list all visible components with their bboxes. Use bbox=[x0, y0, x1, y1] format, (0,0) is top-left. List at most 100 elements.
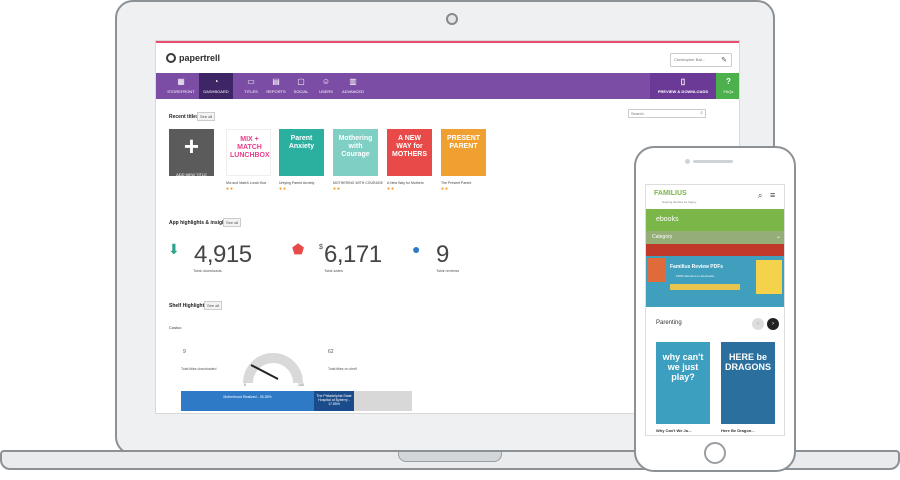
book-cover[interactable]: MIX + MATCH LUNCHBOX bbox=[226, 129, 271, 176]
status-dots: ●● bbox=[441, 186, 450, 192]
chat-bubbles-icon: ● bbox=[412, 241, 421, 257]
insights-see-all-button[interactable]: See all bbox=[223, 218, 242, 227]
book-cover-title: MIX + MATCH LUNCHBOX bbox=[230, 136, 270, 159]
phone-book-caption: Why Can't We Ju... bbox=[656, 428, 692, 433]
phone-frame: FAMILIUS Helping families be happy ⌕ ≡ e… bbox=[634, 146, 796, 472]
main-nav: ▦ STOREFRONT ◔ DASHBOARD ▭ TITLES ▤ REPORTS … bbox=[156, 73, 739, 99]
phone-book-cover[interactable]: HERE be DRAGONS bbox=[721, 342, 775, 424]
app-header: papertrell Christopher Bat... ✎ bbox=[156, 41, 739, 73]
book-cover[interactable]: Parent Anxiety bbox=[279, 129, 324, 176]
bar-label: The Philadelphia State Hospital at Byber… bbox=[316, 394, 352, 406]
promo-banner[interactable]: Familius Review PDFs 100% discount on al… bbox=[646, 244, 784, 307]
carousel-prev-button[interactable]: ‹ bbox=[752, 318, 764, 330]
search-icon[interactable]: ⌕ bbox=[758, 191, 762, 201]
phone-home-button[interactable] bbox=[704, 442, 726, 464]
laptop-notch bbox=[398, 452, 502, 462]
plus-icon: + bbox=[183, 131, 200, 161]
user-name: Christopher Bat... bbox=[674, 57, 706, 62]
book-cover-title: PRESENT PARENT bbox=[446, 135, 481, 150]
nav-label: SOCIAL bbox=[293, 89, 309, 94]
nav-label: STOREFRONT bbox=[167, 89, 195, 94]
bar-label: Motherhood Realized - 33.28% bbox=[223, 395, 272, 399]
titles-search-input[interactable]: Search ⌕ bbox=[628, 109, 706, 118]
question-icon: ? bbox=[726, 77, 731, 86]
search-icon: ⌕ bbox=[700, 110, 703, 116]
status-dots: ●● bbox=[333, 186, 342, 192]
phone-book-title: why can't we just play? bbox=[662, 352, 704, 382]
book-cover[interactable]: Mothering with Courage bbox=[333, 129, 378, 176]
price-tag-icon: ⬟ bbox=[292, 241, 305, 257]
status-dots: ●● bbox=[279, 186, 288, 192]
status-dots: ●● bbox=[226, 186, 235, 192]
total-reviews-label: Total reviews bbox=[436, 268, 460, 273]
titles-on-shelf-value: 62 bbox=[328, 349, 334, 355]
titles-on-shelf-label: Total titles on shelf bbox=[328, 367, 357, 371]
phone-screen: FAMILIUS Helping families be happy ⌕ ≡ e… bbox=[645, 184, 785, 436]
laptop-camera bbox=[446, 13, 458, 25]
bar-segment-remaining bbox=[354, 391, 412, 411]
search-placeholder: Search bbox=[631, 111, 644, 116]
shelf-heading: Shelf Highlights bbox=[169, 303, 208, 309]
bar-segment-philadelphia[interactable]: The Philadelphia State Hospital at Byber… bbox=[314, 391, 354, 411]
banner-bar bbox=[670, 284, 740, 290]
phone-book-title: HERE be DRAGONS bbox=[725, 352, 772, 372]
familius-logo[interactable]: FAMILIUS bbox=[654, 190, 687, 197]
nav-label: ADVANCED bbox=[342, 89, 364, 94]
gauge-max-label: 100 bbox=[298, 383, 304, 387]
category-dropdown[interactable]: Category ⌄ bbox=[646, 231, 784, 244]
book-caption: Mix and Match Lunch Box bbox=[226, 181, 267, 185]
nav-dashboard[interactable]: ◔ DASHBOARD bbox=[199, 73, 233, 99]
titles-downloaded-label: Total titles downloaded bbox=[181, 367, 217, 371]
dashboard-icon: ◔ bbox=[213, 77, 219, 86]
gauge-min-label: 0 bbox=[244, 383, 246, 387]
help-button[interactable]: ? FAQs bbox=[716, 73, 739, 99]
phone-speaker bbox=[693, 160, 733, 163]
papertrell-logo-icon bbox=[166, 53, 176, 63]
titles-downloaded-value: 9 bbox=[183, 349, 186, 355]
book-caption: The Present Parent bbox=[441, 181, 472, 185]
book-caption: Untying Parent Anxiety bbox=[279, 181, 315, 185]
familius-tagline: Helping families be happy bbox=[662, 200, 697, 204]
recent-see-all-button[interactable]: See all bbox=[197, 112, 216, 121]
recent-titles-heading: Recent titles bbox=[169, 114, 199, 120]
total-reviews-value: 9 bbox=[436, 241, 449, 268]
book-caption: A New Way for Mothers bbox=[387, 181, 424, 185]
phone-book-cover[interactable]: why can't we just play? bbox=[656, 342, 710, 424]
banner-stripe bbox=[646, 244, 784, 256]
phone-camera bbox=[685, 159, 690, 164]
phone-book-caption: Here Be Dragon... bbox=[721, 428, 755, 433]
ebooks-bar: ebooks bbox=[646, 209, 784, 231]
book-cover-title: Mothering with Courage bbox=[338, 135, 373, 158]
add-title-label: ADD NEW TITLE bbox=[176, 172, 207, 177]
phone-icon: ▯ bbox=[680, 77, 686, 86]
chevron-down-icon: ⌄ bbox=[775, 234, 781, 240]
download-icon: ⬇ bbox=[168, 241, 180, 257]
preview-downloads-button[interactable]: ▯ PREVIEW & DOWNLOADS bbox=[650, 73, 716, 99]
shelf-see-all-button[interactable]: See all bbox=[204, 301, 223, 310]
app-logo[interactable]: papertrell bbox=[166, 53, 220, 63]
device-mockup: papertrell Christopher Bat... ✎ ▦ STOREFRO… bbox=[0, 0, 900, 480]
add-new-title-button[interactable]: + ADD NEW TITLE bbox=[169, 129, 214, 177]
banner-subtitle: 100% discount on all ebooks bbox=[676, 274, 715, 278]
nav-advanced[interactable]: ▥ ADVANCED bbox=[336, 73, 370, 99]
user-menu[interactable]: Christopher Bat... ✎ bbox=[670, 53, 732, 67]
paperclip-icon[interactable]: ✎ bbox=[721, 56, 727, 64]
currency-symbol: $ bbox=[319, 244, 323, 251]
banner-book-image bbox=[648, 258, 666, 282]
store-icon: ▦ bbox=[177, 77, 185, 86]
nav-label: TITLES bbox=[244, 89, 258, 94]
carousel-next-button[interactable]: › bbox=[767, 318, 779, 330]
help-label: FAQs bbox=[723, 89, 734, 94]
total-downloads-label: Total downloads bbox=[193, 268, 222, 273]
book-cover[interactable]: A NEW WAY for MOTHERS bbox=[387, 129, 432, 176]
nav-storefront[interactable]: ▦ STOREFRONT bbox=[164, 73, 198, 99]
parenting-heading: Parenting bbox=[656, 320, 682, 326]
book-cover-title: Parent Anxiety bbox=[288, 135, 315, 150]
total-downloads-value: 4,915 bbox=[194, 241, 252, 268]
bar-segment-motherhood[interactable]: Motherhood Realized - 33.28% bbox=[181, 391, 314, 411]
shelf-gauge bbox=[243, 353, 303, 384]
hamburger-menu-icon[interactable]: ≡ bbox=[770, 190, 775, 200]
book-cover[interactable]: PRESENT PARENT bbox=[441, 129, 486, 176]
total-sales-value: 6,171 bbox=[324, 241, 382, 268]
settings-icon: ▥ bbox=[349, 77, 357, 86]
